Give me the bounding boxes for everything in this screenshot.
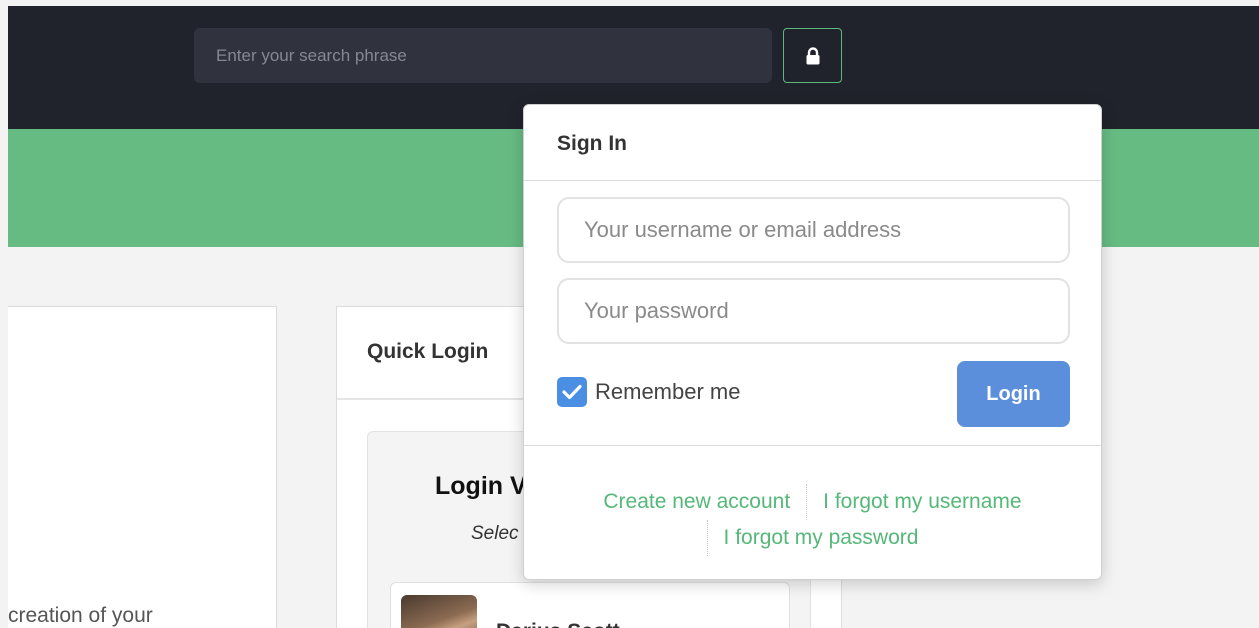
link-separator (706, 520, 708, 556)
account-links: Create new account I forgot my username (524, 484, 1101, 520)
avatar (401, 595, 477, 628)
remember-me-checkbox[interactable] (557, 377, 587, 407)
password-field[interactable] (557, 278, 1070, 344)
login-with-subheading: Selec (471, 523, 519, 544)
popover-divider (524, 445, 1101, 446)
create-account-link[interactable]: Create new account (603, 490, 790, 514)
remember-me-label: Remember me (595, 379, 741, 404)
left-content-card: creation of your (8, 306, 277, 628)
sign-in-title: Sign In (557, 132, 627, 155)
user-name: Darius Scott (496, 620, 620, 628)
search-input[interactable] (194, 28, 772, 83)
left-card-text: creation of your (8, 604, 153, 627)
link-separator (806, 484, 808, 520)
popover-divider (524, 180, 1101, 181)
forgot-password-link[interactable]: I forgot my password (724, 526, 919, 550)
username-field[interactable] (557, 197, 1070, 263)
sign-in-popover: Sign In Remember me Login Create new acc… (523, 104, 1102, 580)
remember-me-toggle[interactable]: Remember me (557, 377, 740, 407)
checkmark-icon (562, 384, 582, 400)
login-button[interactable]: Login (957, 361, 1070, 427)
forgot-username-link[interactable]: I forgot my username (823, 490, 1021, 514)
user-login-card[interactable]: Darius Scott (390, 582, 790, 628)
login-with-heading: Login V (435, 472, 527, 500)
lock-icon (806, 46, 819, 64)
account-links: I forgot my password (524, 520, 1101, 556)
login-toggle-button[interactable] (783, 28, 842, 83)
quick-login-title: Quick Login (367, 340, 489, 363)
